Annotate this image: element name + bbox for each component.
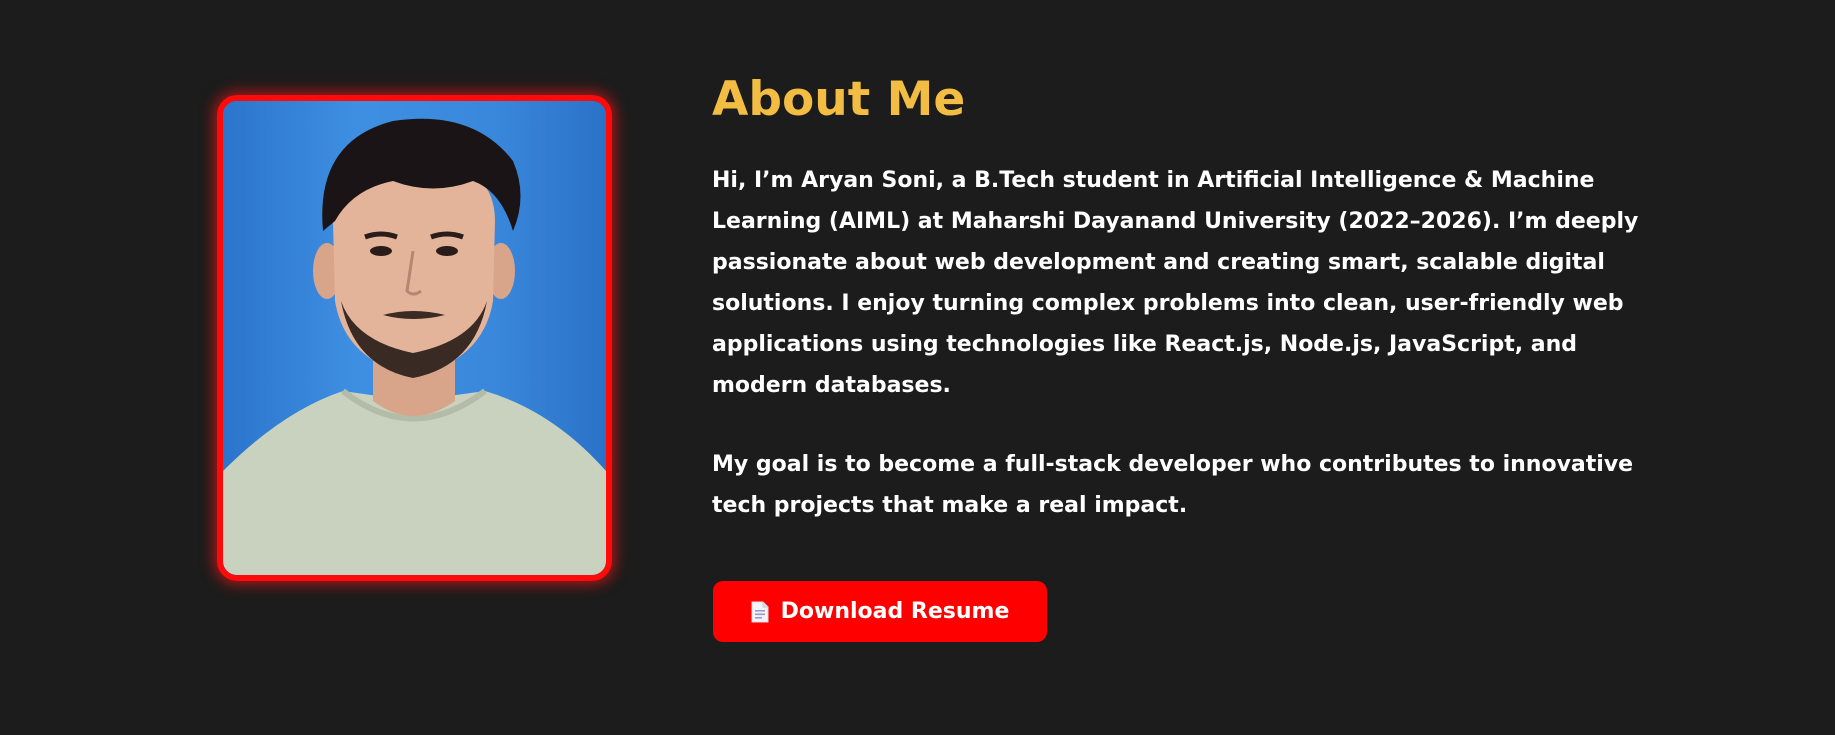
document-icon bbox=[751, 601, 769, 623]
download-resume-label: Download Resume bbox=[780, 599, 1010, 624]
profile-photo bbox=[217, 95, 612, 581]
download-resume-button[interactable]: Download Resume bbox=[713, 581, 1047, 642]
about-paragraph-intro: Hi, I’m Aryan Soni, a B.Tech student in … bbox=[712, 168, 1639, 398]
about-heading: About Me bbox=[712, 72, 966, 127]
about-content: About Me bbox=[712, 68, 1692, 132]
profile-photo-illustration bbox=[223, 101, 606, 575]
about-paragraph-goal: My goal is to become a full-stack develo… bbox=[712, 452, 1634, 518]
about-section: About Me Hi, I’m Aryan Soni, a B.Tech st… bbox=[0, 0, 1835, 735]
